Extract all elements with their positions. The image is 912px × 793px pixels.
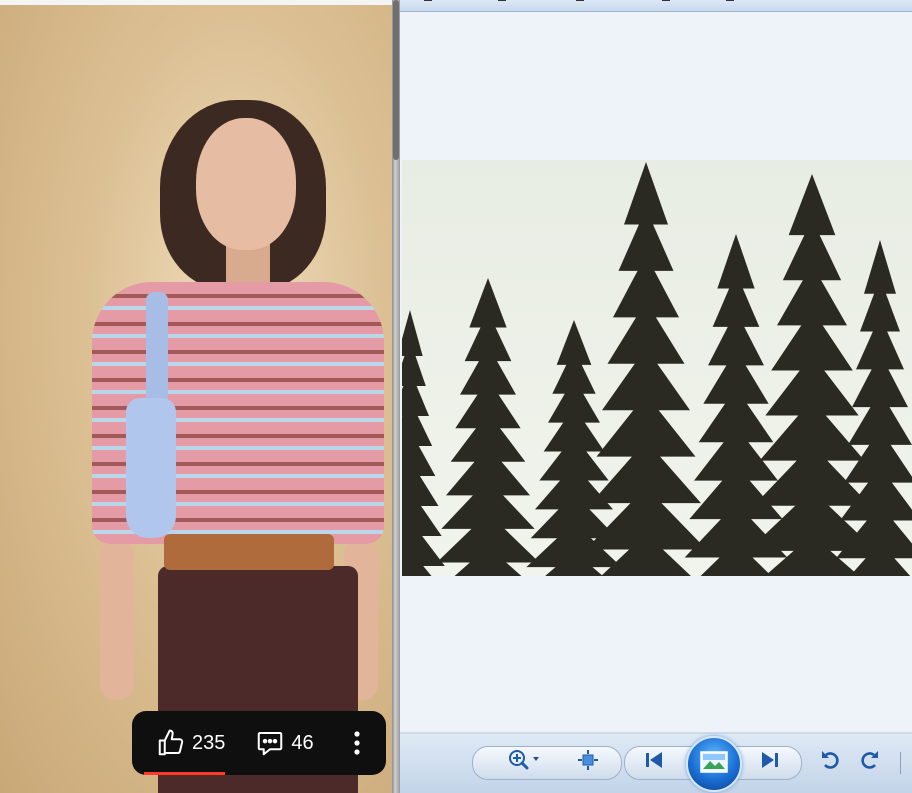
menu-underline bbox=[576, 0, 584, 1]
pine-tree bbox=[436, 278, 540, 576]
menu-bar-strip[interactable] bbox=[400, 0, 912, 12]
window-divider-scrollbar[interactable] bbox=[392, 0, 400, 793]
pine-tree-silhouettes bbox=[402, 162, 912, 576]
person-belt bbox=[164, 534, 334, 570]
displayed-image-pine-trees bbox=[402, 160, 912, 576]
bag-strap bbox=[146, 292, 168, 412]
rotate-clockwise-icon bbox=[859, 749, 881, 776]
person-face bbox=[196, 118, 296, 250]
short-action-bar: 235 46 bbox=[132, 711, 386, 775]
more-options-button[interactable] bbox=[350, 711, 364, 775]
top-strip bbox=[0, 0, 392, 5]
person-left-arm bbox=[100, 540, 134, 700]
zoom-button[interactable] bbox=[504, 749, 544, 776]
rotate-counterclockwise-icon bbox=[819, 749, 841, 776]
slideshow-button[interactable] bbox=[686, 736, 742, 792]
menu-underline bbox=[498, 0, 506, 1]
scrollbar-thumb[interactable] bbox=[393, 0, 399, 160]
like-button[interactable]: 235 bbox=[156, 711, 225, 775]
pine-tree bbox=[585, 162, 707, 576]
zoom-icon bbox=[507, 749, 541, 776]
menu-underline bbox=[424, 0, 432, 1]
next-icon bbox=[759, 750, 781, 775]
shoulder-bag bbox=[126, 398, 176, 538]
actual-size-button[interactable] bbox=[576, 749, 600, 776]
like-count: 235 bbox=[192, 731, 226, 754]
video-short-panel[interactable]: 235 46 bbox=[0, 0, 392, 793]
menu-underline bbox=[662, 0, 670, 1]
photo-viewer-toolbar bbox=[400, 734, 912, 793]
slideshow-icon bbox=[699, 750, 729, 779]
photo-viewer-window bbox=[400, 0, 912, 793]
comment-count: 46 bbox=[291, 731, 314, 754]
comment-bubble-icon bbox=[255, 728, 285, 758]
menu-underline bbox=[726, 0, 734, 1]
pine-tree bbox=[402, 310, 445, 576]
next-button[interactable] bbox=[758, 750, 782, 774]
rotate-counterclockwise-button[interactable] bbox=[818, 750, 842, 774]
thumbs-up-icon bbox=[156, 728, 186, 758]
previous-button[interactable] bbox=[642, 750, 666, 774]
video-progress-bar[interactable] bbox=[144, 772, 225, 775]
previous-icon bbox=[643, 750, 665, 775]
actual-size-icon bbox=[577, 749, 599, 776]
rotate-clockwise-button[interactable] bbox=[858, 750, 882, 774]
comments-button[interactable]: 46 bbox=[255, 711, 314, 775]
toolbar-separator bbox=[900, 752, 901, 774]
more-vertical-icon bbox=[353, 730, 361, 756]
